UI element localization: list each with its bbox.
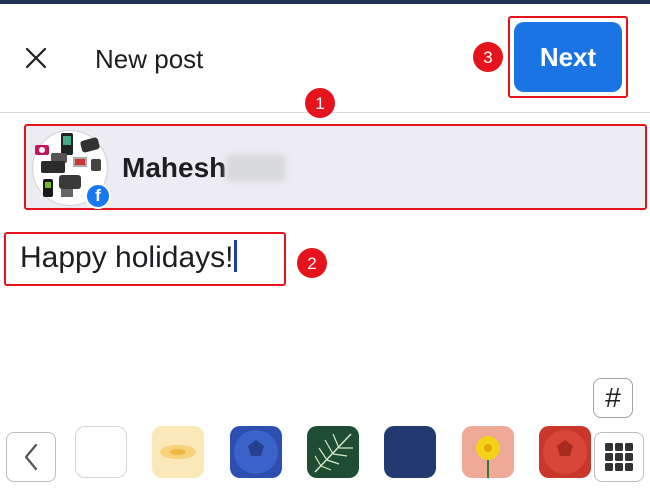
account-name: Mahesh bbox=[122, 152, 227, 183]
hashtag-button[interactable]: # bbox=[593, 378, 633, 418]
background-swatch-cream[interactable] bbox=[152, 426, 204, 478]
chevron-left-icon bbox=[24, 443, 38, 471]
grid-icon bbox=[605, 443, 633, 471]
background-swatch-flower[interactable] bbox=[462, 426, 514, 478]
text-caret bbox=[234, 240, 238, 272]
close-button[interactable] bbox=[22, 44, 50, 72]
new-post-screen: New post 3 Next 1 f Mahesh Happy holiday… bbox=[0, 0, 650, 493]
more-backgrounds-button[interactable] bbox=[594, 432, 644, 482]
avatar: f bbox=[32, 130, 111, 209]
post-text-value: Happy holidays! bbox=[20, 241, 234, 274]
facebook-icon: f bbox=[85, 183, 111, 209]
close-icon bbox=[25, 47, 47, 69]
annotation-badge-3: 3 bbox=[473, 42, 503, 72]
blue-ball-graphic bbox=[234, 430, 278, 474]
background-swatch-navy[interactable] bbox=[384, 426, 436, 478]
redacted-surname bbox=[226, 154, 286, 182]
backgrounds-back-button[interactable] bbox=[6, 432, 56, 482]
annotation-badge-2: 2 bbox=[297, 248, 327, 278]
annotation-badge-1: 1 bbox=[305, 88, 335, 118]
yellow-flower-graphic bbox=[476, 436, 500, 478]
red-ball-graphic bbox=[543, 430, 587, 474]
next-button[interactable]: Next bbox=[514, 22, 622, 92]
post-text-input[interactable]: Happy holidays! bbox=[20, 240, 238, 276]
background-swatch-palm[interactable] bbox=[307, 426, 359, 478]
palm-leaf-graphic bbox=[314, 433, 353, 473]
background-swatch-blue-ball[interactable] bbox=[230, 426, 282, 478]
page-title: New post bbox=[95, 44, 204, 74]
account-selector[interactable]: f Mahesh bbox=[24, 124, 647, 210]
background-swatch-red-ball[interactable] bbox=[539, 426, 591, 478]
status-strip bbox=[0, 0, 650, 4]
background-swatch-white[interactable] bbox=[75, 426, 127, 478]
cream-pattern-graphic bbox=[160, 445, 196, 459]
